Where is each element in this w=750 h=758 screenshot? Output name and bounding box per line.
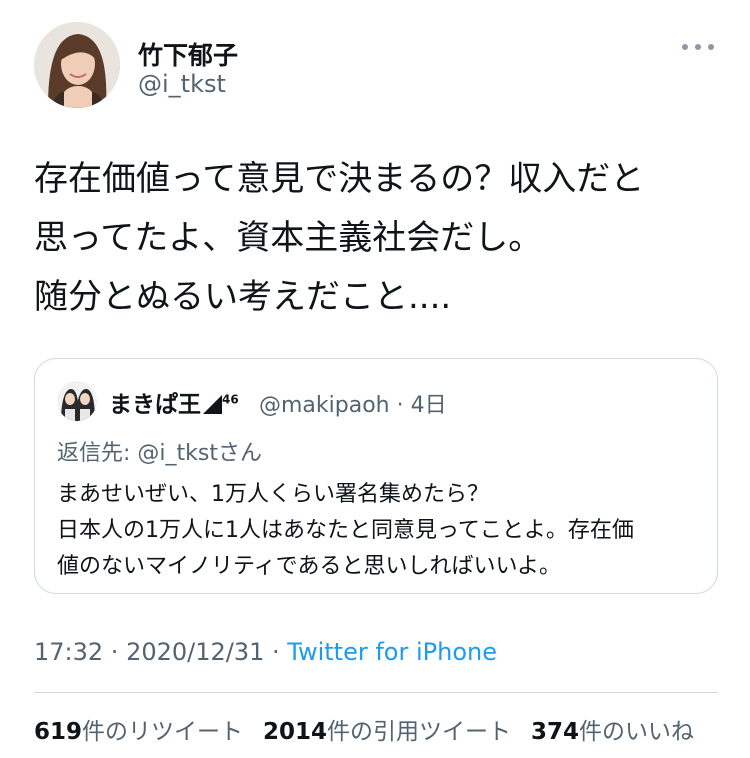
likes-stat[interactable]: 374件のいいね (531, 719, 694, 745)
quoted-author-display-name[interactable]: まきぱ王 46 (109, 385, 239, 419)
retweets-label: 件のリツイート (82, 719, 244, 745)
signal-triangle-icon (203, 395, 222, 414)
quoted-text-line: 値のないマイノリティであると思いしればいいよ。 (57, 554, 562, 579)
author-avatar[interactable] (34, 22, 120, 108)
quotes-label: 件の引用ツイート (327, 719, 512, 745)
tweet-text-line: 存在価値って意見で決まるの？収入だと (34, 159, 645, 199)
quoted-text-line: まあせいぜい、1万人くらい署名集めたら？ (57, 482, 489, 507)
author-display-name[interactable]: 竹下郁子 (138, 36, 238, 72)
engagement-stats: 619件のリツイート 2014件の引用ツイート 374件のいいね (34, 712, 694, 746)
quotes-count: 2014 (263, 719, 328, 745)
tweet-header: 竹下郁子 @i_tkst (34, 22, 724, 112)
likes-label: 件のいいね (579, 719, 695, 745)
quoted-author-name-text: まきぱ王 (109, 392, 201, 418)
likes-count: 374 (531, 719, 580, 745)
more-options-icon[interactable] (682, 36, 714, 56)
tweet-text-line: 思ってたよ、資本主義社会だし。 (34, 218, 543, 258)
tweet-date[interactable]: 2020/12/31 (126, 638, 264, 666)
retweets-stat[interactable]: 619件のリツイート (34, 719, 243, 745)
quoted-tweet-text: まあせいぜい、1万人くらい署名集めたら？ 日本人の1万人に1人はあなたと同意見っ… (57, 477, 707, 585)
tweet-detail: 竹下郁子 @i_tkst 存在価値って意見で決まるの？収入だと 思ってたよ、資本… (0, 0, 750, 758)
tweet-text: 存在価値って意見で決まるの？収入だと 思ってたよ、資本主義社会だし。 随分とぬる… (34, 150, 724, 327)
tweet-time[interactable]: 17:32 (34, 638, 103, 666)
tweet-text-line: 随分とぬるい考えだこと.... (34, 277, 452, 317)
quoted-author-handle-time[interactable]: @makipaoh · 4日 (259, 387, 447, 419)
quoted-author-avatar[interactable] (57, 381, 97, 421)
meta-separator: · (103, 638, 127, 666)
quoted-text-line: 日本人の1万人に1人はあなたと同意見ってことよ。存在価 (57, 518, 634, 543)
meta-separator: · (264, 638, 288, 666)
divider (34, 692, 718, 693)
quoted-tweet-card[interactable]: まきぱ王 46 @makipaoh · 4日 返信先: @i_tkstさん まあせ… (34, 358, 718, 594)
author-handle[interactable]: @i_tkst (138, 70, 226, 98)
quotes-stat[interactable]: 2014件の引用ツイート (263, 719, 511, 745)
tweet-source-link[interactable]: Twitter for iPhone (287, 638, 497, 666)
quoted-reply-to[interactable]: 返信先: @i_tkstさん (57, 435, 262, 467)
tweet-timestamp-row: 17:32 · 2020/12/31 · Twitter for iPhone (34, 638, 497, 666)
retweets-count: 619 (34, 719, 83, 745)
quoted-author-name-badge: 46 (222, 392, 239, 407)
